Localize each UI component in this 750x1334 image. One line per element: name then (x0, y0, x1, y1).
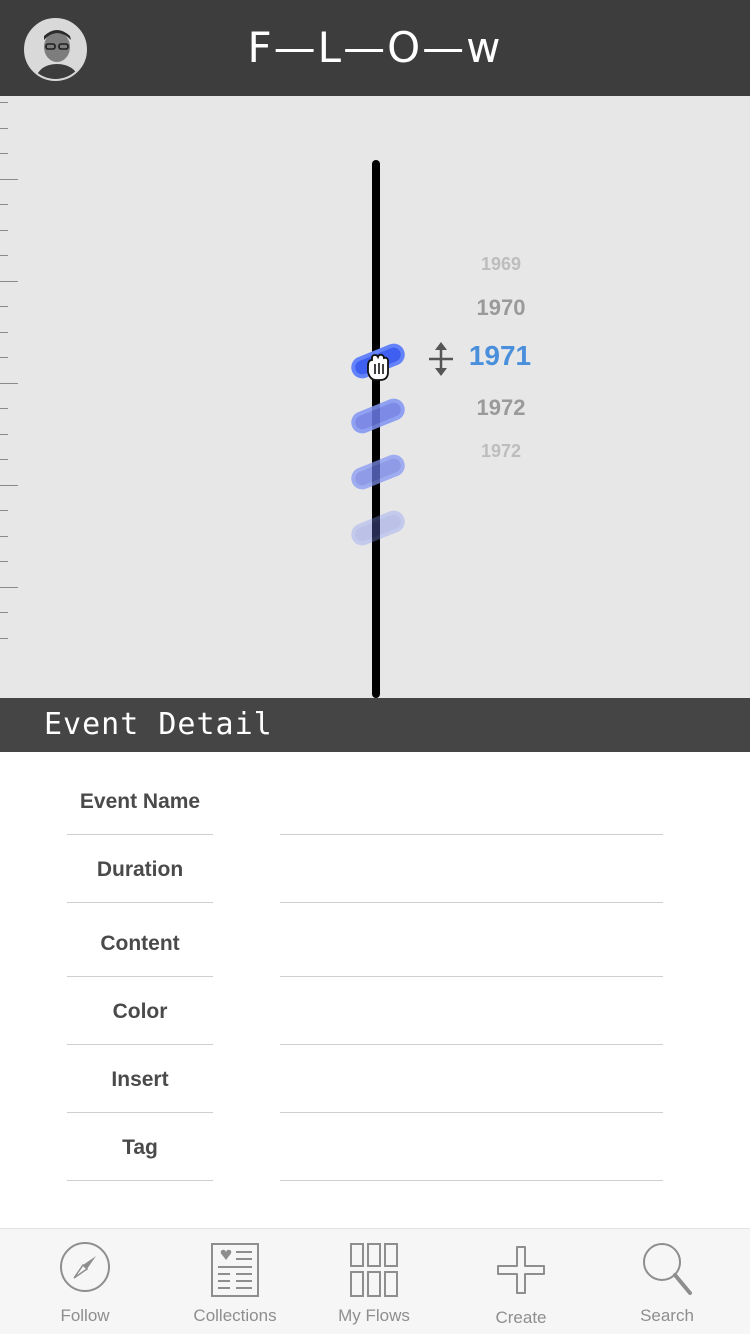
ruler-tick (0, 485, 18, 486)
year-label[interactable]: 1972 (441, 441, 561, 462)
ruler-tick (0, 306, 8, 307)
label-divider (67, 1112, 213, 1113)
ruler-tick (0, 510, 8, 511)
ruler-tick (0, 332, 8, 333)
tag-input[interactable] (280, 1142, 663, 1181)
tab-bar: Follow Collections My Flows Create Searc… (0, 1228, 750, 1334)
label-divider (67, 834, 213, 835)
tab-label: Create (495, 1308, 547, 1327)
duration-input[interactable] (280, 864, 663, 903)
year-label-selected[interactable]: 1971 (440, 340, 560, 372)
ruler-tick (0, 102, 8, 103)
tab-my-flows[interactable]: My Flows (319, 1229, 429, 1334)
tab-label: Follow (60, 1306, 110, 1325)
ruler-tick (0, 357, 8, 358)
ruler-tick (0, 561, 8, 562)
app-header: F—L—O—w (0, 0, 750, 96)
tab-create[interactable]: Create (466, 1229, 576, 1334)
event-name-input[interactable] (280, 796, 663, 835)
tab-label: My Flows (338, 1306, 410, 1325)
search-icon (643, 1243, 692, 1295)
grab-hand-icon (367, 353, 389, 381)
field-label: Insert (111, 1068, 169, 1091)
tab-follow[interactable]: Follow (30, 1229, 140, 1334)
content-input[interactable] (280, 938, 663, 977)
insert-input[interactable] (280, 1074, 663, 1113)
field-label: Color (112, 1000, 168, 1023)
grid-icon (350, 1243, 398, 1297)
label-divider (67, 1180, 213, 1181)
ruler-tick (0, 612, 8, 613)
event-detail-title: Event Detail (44, 707, 273, 742)
color-input[interactable] (280, 1006, 663, 1045)
tab-search[interactable]: Search (612, 1229, 722, 1334)
year-label[interactable]: 1972 (441, 395, 561, 421)
ruler-tick (0, 459, 8, 460)
ruler-tick (0, 408, 8, 409)
ruler-tick (0, 204, 8, 205)
ruler-tick (0, 128, 8, 129)
tab-label: Search (640, 1306, 694, 1325)
ruler-tick (0, 179, 18, 180)
collections-icon (211, 1243, 259, 1297)
year-label[interactable]: 1970 (441, 295, 561, 321)
tab-label: Collections (193, 1306, 277, 1325)
plus-icon (497, 1246, 545, 1294)
ruler-tick (0, 153, 8, 154)
tab-collections[interactable]: Collections (180, 1229, 290, 1334)
compass-icon (60, 1242, 110, 1292)
ruler-tick (0, 383, 18, 384)
event-detail-header: Event Detail (0, 698, 750, 752)
ruler-tick (0, 587, 18, 588)
field-label: Tag (122, 1136, 158, 1159)
field-label: Event Name (79, 790, 201, 813)
field-label: Content (100, 932, 180, 955)
timeline-area[interactable]: 1969 1970 1971 1972 1972 (0, 96, 750, 698)
ruler-tick (0, 281, 18, 282)
ruler-tick (0, 434, 8, 435)
ruler-tick (0, 230, 8, 231)
label-divider (67, 902, 213, 903)
field-label: Duration (96, 858, 184, 881)
ruler-tick (0, 255, 8, 256)
app-title: F—L—O—w (247, 23, 503, 72)
label-divider (67, 976, 213, 977)
ruler-tick (0, 536, 8, 537)
ruler-tick (0, 638, 8, 639)
year-label[interactable]: 1969 (441, 254, 561, 275)
label-divider (67, 1044, 213, 1045)
